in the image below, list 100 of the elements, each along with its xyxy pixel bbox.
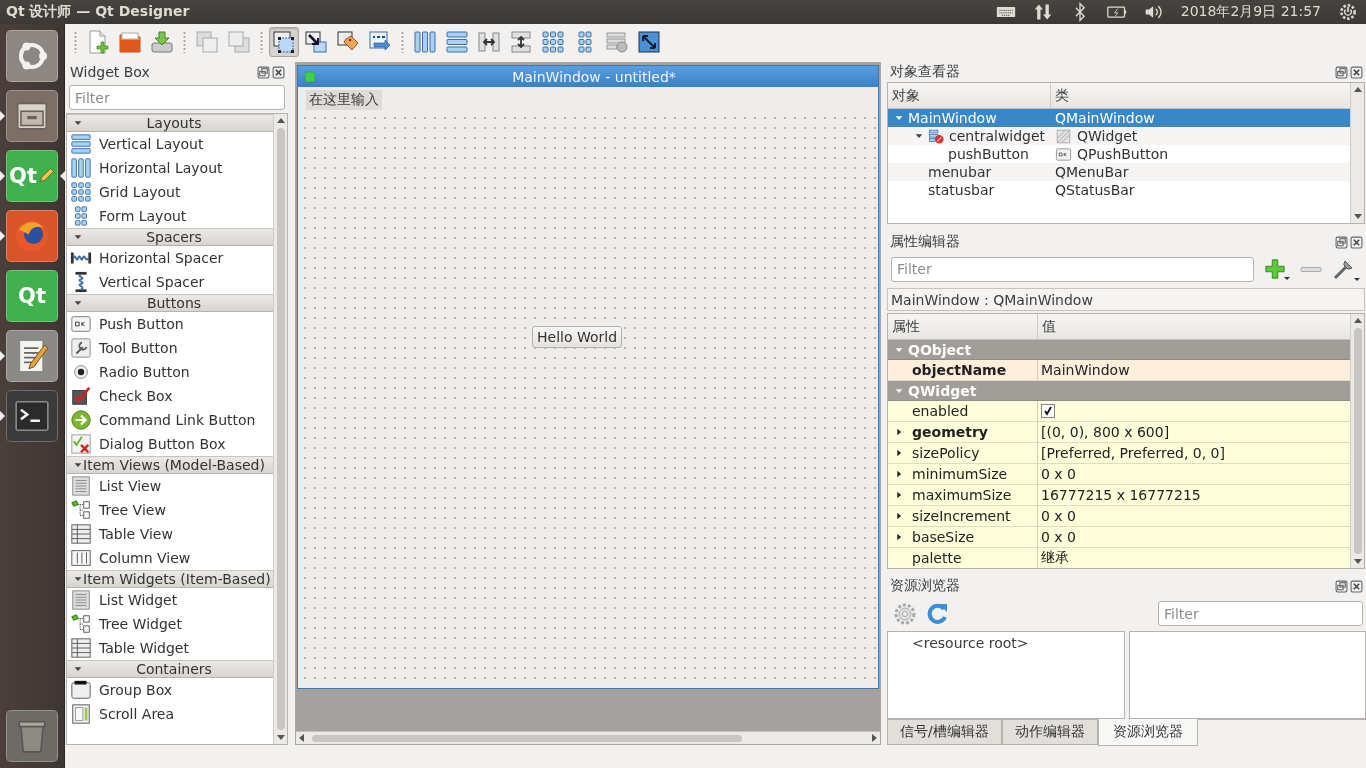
tree-row[interactable]: menubar QMenuBar	[888, 163, 1350, 181]
new-file-icon	[86, 30, 110, 54]
category-header[interactable]: Containers	[67, 660, 273, 678]
property-row[interactable]: sizeIncrement 0 x 0	[888, 506, 1350, 527]
widget-item[interactable]: Table View	[67, 522, 273, 546]
scrollbar[interactable]	[1350, 314, 1364, 568]
push-button[interactable]: Hello World	[532, 326, 623, 348]
add-button[interactable]	[1262, 258, 1292, 280]
widget-item[interactable]: List Widget	[67, 588, 273, 612]
widget-item[interactable]: Tool Button	[67, 336, 273, 360]
tab[interactable]: 信号/槽编辑器	[887, 720, 1002, 745]
float-button[interactable]	[1335, 235, 1348, 249]
tree-row[interactable]: MainWindow QMainWindow	[888, 109, 1350, 127]
settings-icon	[893, 601, 917, 626]
filter-field[interactable]: Filter	[69, 85, 285, 110]
clock[interactable]: 2018年2月9日 21:57	[1180, 3, 1321, 21]
property-row[interactable]: baseSize 0 x 0	[888, 527, 1350, 548]
widget-item[interactable]: Dialog Button Box	[67, 432, 273, 456]
folder-icon	[118, 30, 142, 54]
launcher-button[interactable]	[6, 90, 58, 142]
widget-item[interactable]: Scroll Area	[67, 702, 273, 726]
tree-item[interactable]: <resource root>	[888, 632, 1124, 651]
property-row[interactable]: sizePolicy [Preferred, Preferred, 0, 0]	[888, 443, 1350, 464]
class-name: QMenuBar	[1055, 164, 1129, 180]
close-button[interactable]	[272, 65, 285, 79]
widget-item[interactable]: Column View	[67, 546, 273, 570]
property-row[interactable]: maximumSize 16777215 x 16777215	[888, 485, 1350, 506]
tab[interactable]: 动作编辑器	[1001, 720, 1098, 745]
widget-item[interactable]: Form Layout	[67, 204, 273, 228]
float-button[interactable]	[1335, 65, 1348, 79]
scrollbar[interactable]	[1350, 83, 1364, 223]
menu-placeholder[interactable]: 在这里输入	[306, 90, 382, 110]
float-button[interactable]	[257, 65, 270, 79]
launcher-button[interactable]	[6, 30, 58, 82]
class-name: QMainWindow	[1055, 110, 1155, 126]
close-button[interactable]	[1350, 235, 1363, 249]
widget-item[interactable]: Table Widget	[67, 636, 273, 660]
category-header[interactable]: Item Views (Model-Based)	[67, 456, 273, 474]
widget-item[interactable]: Check Box	[67, 384, 273, 408]
property-row[interactable]: enabled	[888, 401, 1350, 422]
property-row[interactable]: geometry [(0, 0), 800 x 600]	[888, 422, 1350, 443]
globe-icon	[13, 217, 51, 255]
widget-item[interactable]: Group Box	[67, 678, 273, 702]
column-header[interactable]: 对象	[888, 83, 1051, 108]
float-icon	[1335, 235, 1348, 249]
widget-item[interactable]: Tree Widget	[67, 612, 273, 636]
checkbox-icon	[70, 385, 92, 407]
column-header[interactable]: 类	[1051, 83, 1350, 108]
table-icon	[70, 523, 92, 545]
category-header[interactable]: Item Widgets (Item-Based)	[67, 570, 273, 588]
select-widget-icon	[272, 30, 296, 54]
tree-row[interactable]: centralwidget QWidget	[888, 127, 1350, 145]
widget-item[interactable]: Horizontal Layout	[67, 156, 273, 180]
tree-row[interactable]: statusbar QStatusBar	[888, 181, 1350, 199]
property-value: 0 x 0	[1041, 529, 1076, 545]
object-name: menubar	[928, 164, 992, 180]
close-button[interactable]	[1350, 65, 1363, 79]
widget-item[interactable]: Command Link Button	[67, 408, 273, 432]
launcher-button[interactable]	[6, 390, 58, 442]
widget-item[interactable]: Vertical Layout	[67, 132, 273, 156]
float-icon	[257, 65, 270, 79]
tab[interactable]: 资源浏览器	[1097, 719, 1198, 746]
caret-icon	[73, 574, 83, 584]
class-name: QStatusBar	[1055, 182, 1135, 198]
checkbox[interactable]	[1041, 404, 1055, 418]
widget-item[interactable]: List View	[67, 474, 273, 498]
up-down-arrows-icon[interactable]	[1032, 2, 1053, 22]
scrollbar[interactable]	[273, 114, 287, 744]
tool-button[interactable]	[269, 27, 299, 57]
launcher-button[interactable]	[6, 210, 58, 262]
hatched-square-icon	[1055, 127, 1072, 145]
list-icon	[70, 475, 92, 497]
widget-item[interactable]: Tree View	[67, 498, 273, 522]
property-name: baseSize	[911, 529, 975, 545]
category-header[interactable]: Layouts	[67, 114, 273, 132]
column-header[interactable]: 属性	[888, 314, 1038, 339]
widget-item[interactable]: Horizontal Spacer	[67, 246, 273, 270]
scrollbar[interactable]	[296, 731, 880, 744]
widget-item[interactable]: Vertical Spacer	[67, 270, 273, 294]
property-row[interactable]: objectName MainWindow	[888, 360, 1350, 381]
launcher-button[interactable]	[6, 330, 58, 382]
category-header[interactable]: Buttons	[67, 294, 273, 312]
property-row[interactable]: palette 继承	[888, 548, 1350, 568]
close-button[interactable]	[1350, 579, 1363, 593]
widget-item[interactable]: Radio Button	[67, 360, 273, 384]
property-name: geometry	[911, 424, 988, 440]
filter-field[interactable]: Filter	[891, 256, 1254, 282]
column-header[interactable]: 值	[1038, 314, 1350, 339]
widget-item[interactable]: Grid Layout	[67, 180, 273, 204]
float-icon	[1335, 579, 1348, 593]
filter-field[interactable]: Filter	[1158, 601, 1363, 626]
category-header[interactable]: Spacers	[67, 228, 273, 246]
settings-icon[interactable]	[1338, 2, 1358, 22]
close-icon	[272, 65, 285, 79]
scroll-area-icon	[70, 703, 92, 725]
widget-item[interactable]: Push Button	[67, 312, 273, 336]
property-row[interactable]: minimumSize 0 x 0	[888, 464, 1350, 485]
reload-button[interactable]	[925, 601, 949, 626]
float-button[interactable]	[1335, 579, 1348, 593]
tree-row[interactable]: pushButton QPushButton	[888, 145, 1350, 163]
